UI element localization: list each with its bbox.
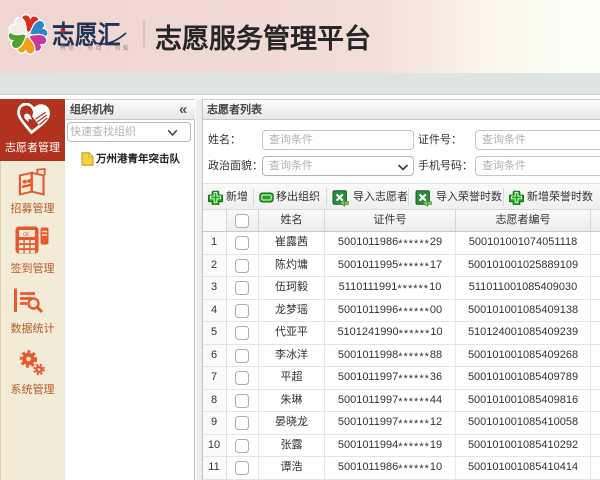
svg-text:ck: ck bbox=[23, 232, 30, 238]
